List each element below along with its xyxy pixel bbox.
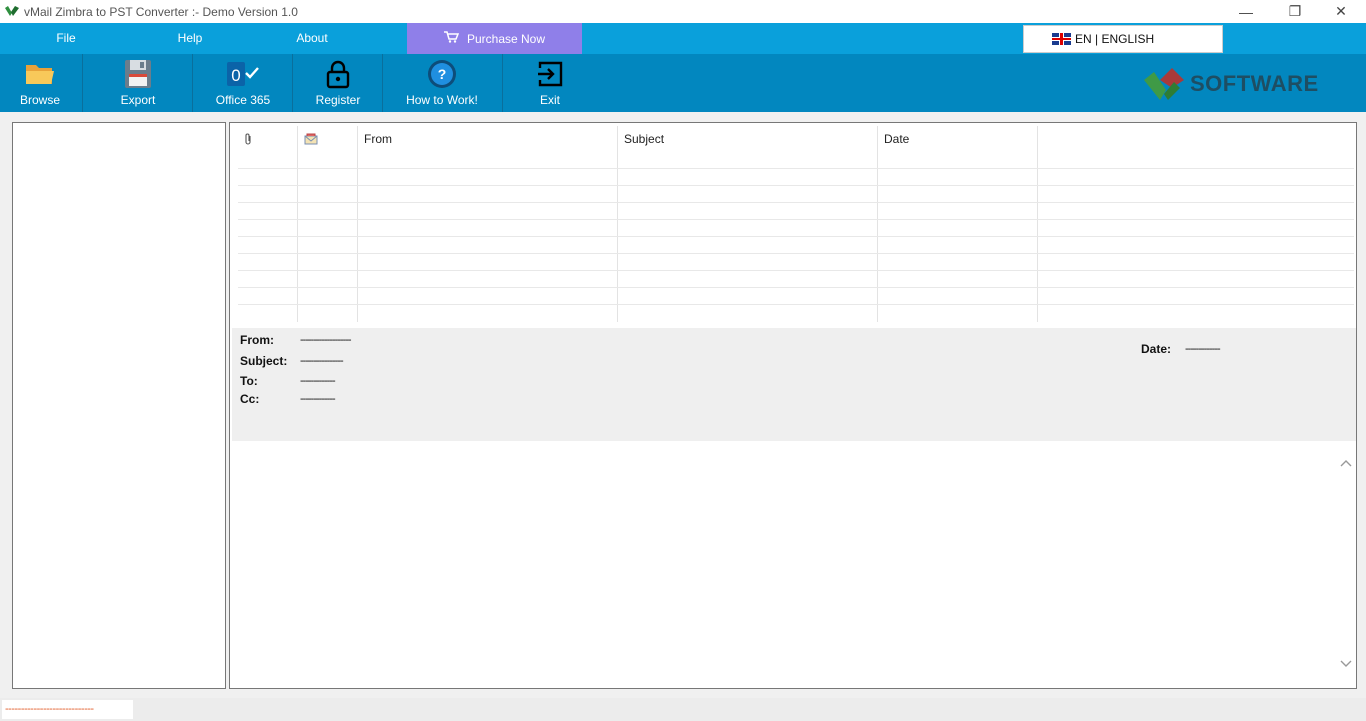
mail-list-grid[interactable]: From Subject Date — [238, 126, 1354, 322]
exit-label: Exit — [539, 93, 560, 107]
from-label: From: — [240, 333, 274, 347]
table-row[interactable] — [238, 270, 1354, 287]
exit-icon — [536, 58, 564, 90]
table-row[interactable] — [238, 253, 1354, 270]
to-label: To: — [240, 374, 258, 388]
office365-button[interactable]: 0 Office 365 — [194, 54, 292, 112]
language-selector[interactable]: EN | ENGLISH — [1023, 25, 1223, 53]
subject-value: ---------------- — [300, 355, 344, 367]
brand-text: SOFTWARE — [1190, 71, 1319, 96]
toolbar-divider — [192, 54, 193, 112]
paperclip-icon — [245, 133, 251, 145]
menu-bar: File Help About Purchase Now EN | ENGLIS… — [0, 23, 1366, 54]
window-title: vMail Zimbra to PST Converter :- Demo Ve… — [24, 4, 298, 19]
menu-about[interactable]: About — [282, 23, 342, 54]
scroll-up-icon[interactable] — [1336, 453, 1356, 473]
message-body-view[interactable] — [232, 443, 1336, 687]
table-row[interactable] — [238, 304, 1354, 321]
lock-icon — [324, 58, 352, 90]
browse-button[interactable]: Browse — [0, 54, 80, 112]
toolbar-divider — [82, 54, 83, 112]
title-bar: vMail Zimbra to PST Converter :- Demo Ve… — [0, 0, 1366, 23]
envelope-icon — [304, 133, 318, 145]
read-status-column-header[interactable] — [298, 126, 358, 152]
svg-text:?: ? — [438, 66, 447, 82]
attachment-column-header[interactable] — [238, 126, 298, 152]
uk-flag-icon — [1052, 33, 1071, 45]
from-column-header[interactable]: From — [358, 126, 618, 152]
subject-label: Subject: — [240, 354, 288, 368]
menu-file[interactable]: File — [36, 23, 96, 54]
cart-icon — [443, 31, 460, 46]
folder-tree-panel[interactable] — [12, 122, 226, 689]
register-button[interactable]: Register — [294, 54, 382, 112]
date-value: ------------- — [1185, 343, 1221, 355]
how-to-work-button[interactable]: ? How to Work! — [384, 54, 500, 112]
mail-view-panel: From Subject Date From: ----------------… — [229, 122, 1357, 689]
help-icon: ? — [426, 58, 458, 90]
close-button[interactable]: ✕ — [1318, 0, 1364, 23]
table-row[interactable] — [238, 236, 1354, 253]
to-value: ------------- — [300, 375, 336, 387]
minimize-button[interactable]: — — [1223, 0, 1269, 23]
register-label: Register — [315, 93, 361, 107]
browse-label: Browse — [19, 93, 60, 107]
exit-button[interactable]: Exit — [504, 54, 596, 112]
table-row[interactable] — [238, 202, 1354, 219]
app-logo-icon — [4, 4, 20, 20]
toolbar-divider — [502, 54, 503, 112]
export-button[interactable]: Export — [84, 54, 192, 112]
office365-icon: 0 — [225, 58, 261, 90]
toolbar-divider — [382, 54, 383, 112]
status-text: ---------------------------- — [2, 700, 133, 719]
restore-button[interactable]: ❐ — [1272, 0, 1318, 23]
subject-column-header[interactable]: Subject — [618, 126, 878, 152]
message-body-scrollbar[interactable] — [1336, 443, 1356, 688]
date-column-header[interactable]: Date — [878, 126, 1038, 152]
app-window: vMail Zimbra to PST Converter :- Demo Ve… — [0, 0, 1366, 721]
purchase-now-button[interactable]: Purchase Now — [407, 23, 582, 54]
mail-header-details: From: ------------------- Subject: -----… — [232, 328, 1356, 441]
table-row[interactable] — [238, 287, 1354, 304]
cc-value: ------------- — [300, 393, 336, 405]
cc-label: Cc: — [240, 392, 260, 406]
brand-mark-icon — [1144, 68, 1184, 100]
folder-icon — [24, 58, 56, 90]
how-to-work-label: How to Work! — [406, 93, 478, 107]
brand-logo: SOFTWARE — [1144, 68, 1319, 100]
toolbar: Browse Export 0 Office 365 Register ? Ho… — [0, 54, 1366, 112]
scroll-down-icon[interactable] — [1336, 654, 1356, 674]
from-value: ------------------- — [300, 334, 352, 346]
floppy-disk-icon — [124, 58, 152, 90]
table-row[interactable] — [238, 168, 1354, 185]
menu-help[interactable]: Help — [160, 23, 220, 54]
date-label: Date: — [1141, 342, 1172, 356]
language-label: EN | ENGLISH — [1075, 32, 1155, 46]
svg-text:0: 0 — [231, 66, 240, 85]
purchase-label: Purchase Now — [466, 31, 546, 46]
table-row[interactable] — [238, 219, 1354, 236]
office365-label: Office 365 — [215, 93, 271, 107]
table-row[interactable] — [238, 185, 1354, 202]
export-label: Export — [120, 93, 156, 107]
toolbar-divider — [292, 54, 293, 112]
status-bar: ---------------------------- — [0, 698, 1366, 721]
